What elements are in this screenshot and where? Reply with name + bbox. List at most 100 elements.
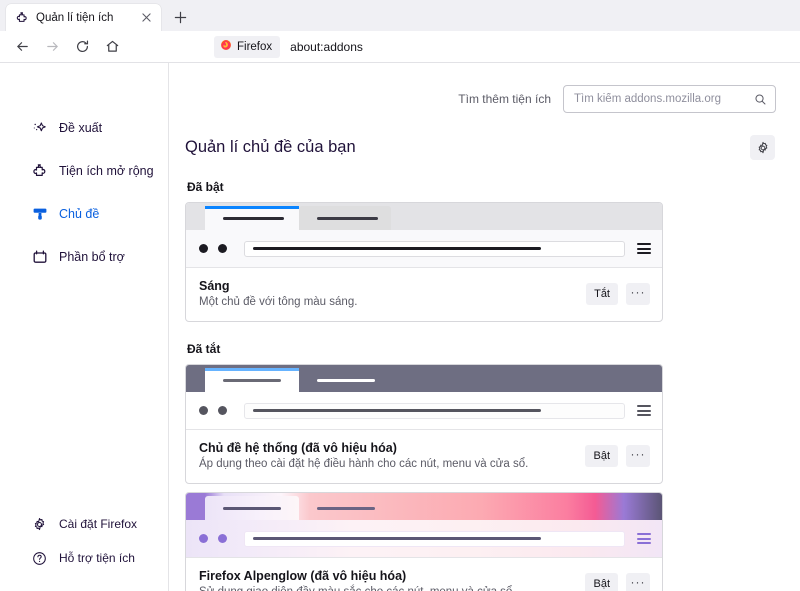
theme-card-texts: Sáng Một chủ đề với tông màu sáng. [199,279,357,308]
sidebar-item-recommendations[interactable]: Đề xuất [0,111,168,145]
theme-preview-system [186,365,662,429]
preview-tab-row [186,493,662,520]
theme-card-actions: Bật ··· [585,572,650,591]
tab-strip: Quản lí tiện ích [0,0,800,31]
sidebar-item-label: Tiện ích mở rộng [59,164,154,178]
browser-window: Quản lí tiện ích Firefox about:addons Đề… [0,0,800,591]
preview-nav-dot [199,244,208,253]
theme-more-options-button[interactable]: ··· [626,572,650,591]
help-circle-icon [31,550,48,567]
preview-accent-bar [205,496,299,499]
sidebar-bottom-group: Cài đặt Firefox Hỗ trợ tiện ích [0,509,168,591]
preview-url-line [253,537,542,540]
sidebar-item-themes[interactable]: Chủ đề [0,197,168,231]
page-options-gear-icon[interactable] [750,135,775,160]
preview-menu-icon [637,533,651,544]
preview-tab-selected [205,368,299,392]
theme-more-options-button[interactable]: ··· [626,444,650,467]
sidebar-item-firefox-settings[interactable]: Cài đặt Firefox [0,509,168,539]
browser-tab[interactable]: Quản lí tiện ích [6,4,161,31]
sparkle-icon [31,120,48,137]
tab-title: Quản lí tiện ích [36,11,114,24]
preview-tab-unselected [299,496,391,520]
close-icon[interactable] [139,10,154,25]
search-icon[interactable] [753,92,767,106]
new-tab-button[interactable] [167,4,193,30]
reload-button[interactable] [68,33,96,61]
theme-description: Sử dụng giao diện đầy màu sắc cho các nú… [199,586,516,591]
addons-sidebar: Đề xuất Tiện ích mở rộng Chủ đề Phần bổ … [0,63,169,591]
preview-toolbar [186,520,662,557]
theme-toggle-button[interactable]: Tắt [586,282,618,305]
preview-url-line [253,409,542,412]
home-button[interactable] [98,33,126,61]
preview-nav-dot [199,406,208,415]
sidebar-item-addon-support[interactable]: Hỗ trợ tiện ích [0,543,168,573]
theme-card-texts: Firefox Alpenglow (đã vô hiệu hóa) Sử dụ… [199,569,516,591]
theme-preview-alpenglow [186,493,662,557]
theme-description: Một chủ đề với tông màu sáng. [199,296,358,308]
theme-toggle-button[interactable]: Bật [585,572,618,591]
url-text: about:addons [290,39,363,54]
preview-toolbar [186,230,662,267]
identity-box[interactable]: Firefox [214,35,281,58]
sidebar-item-plugins[interactable]: Phần bổ trợ [0,240,168,274]
theme-card-body: Firefox Alpenglow (đã vô hiệu hóa) Sử dụ… [186,557,662,591]
preview-urlbar [244,240,625,257]
theme-card[interactable]: Sáng Một chủ đề với tông màu sáng. Tắt ·… [185,202,663,322]
preview-tab-selected [205,496,299,520]
preview-tab-unselected [299,206,391,230]
preview-tab-spacer [186,206,205,230]
addons-main-panel: Tìm thêm tiện ích Quản lí chủ đề của bạn [169,63,800,591]
addons-puzzle-icon [15,11,29,25]
theme-card-actions: Bật ··· [585,444,650,467]
theme-name: Sáng [199,279,230,293]
navigation-toolbar: Firefox about:addons [0,31,800,63]
theme-card[interactable]: Firefox Alpenglow (đã vô hiệu hóa) Sử dụ… [185,492,663,591]
preview-url-line [253,247,542,250]
preview-menu-icon [637,243,651,254]
search-row: Tìm thêm tiện ích [185,63,776,113]
back-button[interactable] [8,33,36,61]
preview-tab-unselected [299,368,391,392]
preview-tab-spacer [186,496,205,520]
theme-card-body: Chủ đề hệ thống (đã vô hiệu hóa) Áp dụng… [186,429,662,483]
sidebar-item-label: Hỗ trợ tiện ích [59,551,135,565]
preview-urlbar [244,530,625,547]
search-label: Tìm thêm tiện ích [458,92,551,106]
theme-card[interactable]: Chủ đề hệ thống (đã vô hiệu hóa) Áp dụng… [185,364,663,484]
page-header: Quản lí chủ đề của bạn [185,135,776,160]
forward-button[interactable] [38,33,66,61]
preview-nav-dot [218,244,227,253]
sidebar-item-extensions[interactable]: Tiện ích mở rộng [0,154,168,188]
theme-toggle-button[interactable]: Bật [585,444,618,467]
theme-card-body: Sáng Một chủ đề với tông màu sáng. Tắt ·… [186,267,662,321]
search-box[interactable] [563,85,776,113]
theme-description: Áp dụng theo cài đặt hệ điều hành cho cá… [199,458,529,470]
theme-more-options-button[interactable]: ··· [626,282,650,305]
preview-nav-dot [199,534,208,543]
preview-urlbar [244,402,625,419]
page-title: Quản lí chủ đề của bạn [185,138,356,156]
firefox-logo-icon [220,38,232,56]
theme-card-texts: Chủ đề hệ thống (đã vô hiệu hóa) Áp dụng… [199,441,528,470]
url-bar[interactable]: Firefox about:addons [136,33,792,60]
gear-icon [31,516,48,533]
paintbrush-icon [31,206,48,223]
preview-toolbar [186,392,662,429]
sidebar-item-label: Chủ đề [59,207,100,221]
preview-tab-title-line [223,506,281,510]
search-input[interactable] [574,93,753,105]
preview-tab-title-line [317,378,375,382]
preview-nav-dot [218,406,227,415]
preview-accent-bar [205,206,299,209]
preview-accent-bar [205,368,299,371]
sidebar-item-label: Cài đặt Firefox [59,517,138,531]
section-heading-disabled: Đã tắt [187,342,221,356]
preview-nav-dot [218,534,227,543]
sidebar-item-label: Phần bổ trợ [59,250,125,264]
plugin-icon [31,249,48,266]
page-content: Đề xuất Tiện ích mở rộng Chủ đề Phần bổ … [0,63,800,591]
sidebar-item-label: Đề xuất [59,121,103,135]
